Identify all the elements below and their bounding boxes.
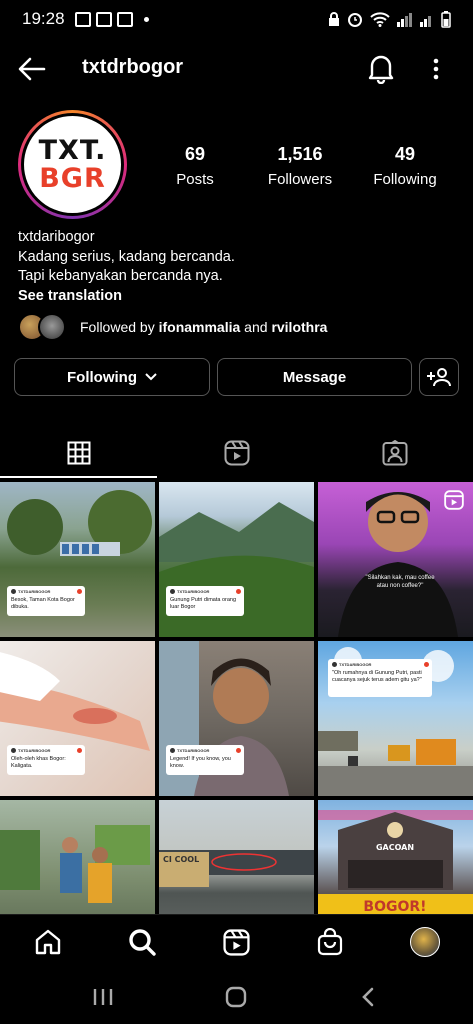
post-caption-card: TXTDARIBOGOR Legend! If you know, you kn…: [166, 745, 244, 775]
post-thumbnail[interactable]: TXTDARIBOGOR "Oh rumahnya di Gunung Putr…: [318, 641, 473, 796]
back-arrow-icon[interactable]: [16, 54, 48, 84]
gacoan-store-photo: GACOAN BOGOR!: [318, 810, 473, 914]
nav-profile[interactable]: [410, 927, 440, 957]
search-icon: [129, 929, 156, 956]
post-thumbnail[interactable]: [0, 800, 155, 914]
grid-icon: [67, 441, 90, 465]
alarm-icon: [348, 13, 362, 27]
tagged-user-icon: [382, 440, 407, 466]
posts-label: Posts: [176, 171, 214, 188]
profile-name: txtdaribogor: [18, 229, 95, 245]
post-thumbnail[interactable]: TXTDARIBOGOR Oleh-oleh khas Bogor: Kalig…: [0, 641, 155, 796]
home-icon: [35, 929, 61, 955]
more-options-icon[interactable]: [428, 54, 444, 84]
recent-apps-icon[interactable]: [92, 987, 114, 1007]
bell-icon[interactable]: [366, 52, 396, 84]
profile-header: txtdrbogor: [0, 44, 473, 94]
post-caption: Oleh-oleh khas Bogor: Kaligata.: [11, 756, 66, 769]
following-count[interactable]: 49 Following: [368, 144, 442, 188]
following-label: Following: [373, 171, 437, 188]
tab-reels[interactable]: [158, 428, 315, 478]
following-value: 49: [394, 144, 416, 164]
posts-grid: TXTDARIBOGOR Besok, Taman Kota Bogor dib…: [0, 482, 473, 914]
followers-label: Followers: [267, 171, 333, 188]
profile-avatar[interactable]: TXT. BGR: [18, 110, 127, 219]
battery-icon: [441, 10, 451, 28]
gallery-notification-icon: [95, 11, 112, 27]
nav-reels[interactable]: [221, 927, 251, 957]
followed-user-link: ifonammalia: [158, 319, 241, 335]
tab-tagged[interactable]: [316, 428, 473, 478]
following-button[interactable]: Following: [14, 358, 210, 396]
active-tab-indicator: [0, 476, 157, 478]
post-caption-card: TXTDARIBOGOR Gunung Putri dimata orang l…: [166, 586, 244, 616]
chevron-down-icon: [145, 373, 157, 381]
tab-posts-grid[interactable]: [0, 428, 157, 478]
nav-home[interactable]: [33, 927, 63, 957]
store-sign-text: GACOAN: [376, 843, 414, 852]
followed-by[interactable]: Followed by ifonammalia and rvilothra: [18, 312, 327, 342]
more-notifications-icon: [143, 16, 149, 22]
bio-line: Kadang serius, kadang bercanda.: [18, 248, 235, 265]
building-photo: CI COOL: [159, 850, 314, 887]
post-thumbnail[interactable]: TXTDARIBOGOR Gunung Putri dimata orang l…: [159, 482, 314, 637]
posts-value: 69: [184, 144, 206, 164]
post-caption: Gunung Putri dimata orang luar Bogor: [170, 597, 237, 610]
reels-badge-icon: [444, 490, 464, 510]
bogor-sign-text: BOGOR!: [363, 899, 426, 914]
video-subtitle: "Silahkan kak, mau coffee atau non coffe…: [365, 575, 435, 589]
system-navigation-bar: [0, 970, 473, 1024]
reels-icon: [222, 928, 250, 956]
nav-shop[interactable]: [315, 927, 345, 957]
post-caption: Legend! If you know, you know.: [170, 756, 231, 769]
reels-icon: [224, 440, 249, 466]
profile-bio: txtdaribogor Kadang serius, kadang berca…: [18, 228, 235, 306]
post-caption-card: TXTDARIBOGOR "Oh rumahnya di Gunung Putr…: [328, 659, 432, 697]
message-button[interactable]: Message: [217, 358, 412, 396]
post-caption: Besok, Taman Kota Bogor dibuka.: [11, 597, 75, 610]
wifi-icon: [370, 12, 390, 27]
gallery-notification-icon: [74, 11, 91, 27]
sigma-notification-icon: [116, 11, 133, 27]
post-thumbnail[interactable]: CI COOL: [159, 800, 314, 914]
posts-count[interactable]: 69 Posts: [160, 144, 230, 188]
shopping-bag-icon: [317, 928, 343, 956]
bio-line: Tapi kebanyakan bercanda nya.: [18, 268, 223, 284]
nav-search[interactable]: [127, 927, 157, 957]
logo-text-bottom: BGR: [39, 162, 106, 194]
followers-count[interactable]: 1,516 Followers: [258, 144, 342, 188]
lock-icon: [329, 11, 339, 26]
followed-user-link: rvilothra: [271, 319, 328, 335]
add-person-icon: [427, 368, 451, 387]
followed-by-text: Followed by ifonammalia and rvilothra: [80, 319, 328, 335]
post-caption-card: TXTDARIBOGOR Oleh-oleh khas Bogor: Kalig…: [7, 745, 85, 775]
following-button-label: Following: [67, 368, 137, 386]
post-caption-card: TXTDARIBOGOR Besok, Taman Kota Bogor dib…: [7, 586, 85, 616]
back-button-icon[interactable]: [360, 986, 376, 1008]
post-thumbnail[interactable]: GACOAN BOGOR!: [318, 800, 473, 914]
logo-text-top: TXT.: [38, 134, 107, 166]
status-bar: 19:28: [0, 0, 473, 38]
signal-icon: [397, 12, 412, 27]
bottom-navigation: [0, 914, 473, 970]
profile-tabs: [0, 428, 473, 480]
message-button-label: Message: [282, 368, 347, 386]
profile-avatar-icon: [410, 927, 440, 957]
status-time: 19:28: [22, 9, 65, 28]
post-thumbnail[interactable]: TXTDARIBOGOR Besok, Taman Kota Bogor dib…: [0, 482, 155, 637]
post-caption: "Oh rumahnya di Gunung Putri, pasti cuac…: [332, 670, 422, 683]
post-thumbnail[interactable]: TXTDARIBOGOR Legend! If you know, you kn…: [159, 641, 314, 796]
angkot-photo: [0, 825, 150, 903]
see-translation-link[interactable]: See translation: [18, 287, 235, 307]
follower-avatar: [38, 313, 66, 341]
home-button-icon[interactable]: [225, 986, 247, 1008]
post-thumbnail[interactable]: "Silahkan kak, mau coffee atau non coffe…: [318, 482, 473, 637]
notification-icons: [74, 11, 149, 27]
header-username: txtdrbogor: [82, 56, 184, 78]
followers-value: 1,516: [277, 144, 323, 164]
signal-icon: [420, 15, 431, 27]
system-icons: [328, 10, 451, 28]
suggest-people-button[interactable]: [419, 358, 459, 396]
sign-text: CI COOL: [163, 855, 199, 864]
